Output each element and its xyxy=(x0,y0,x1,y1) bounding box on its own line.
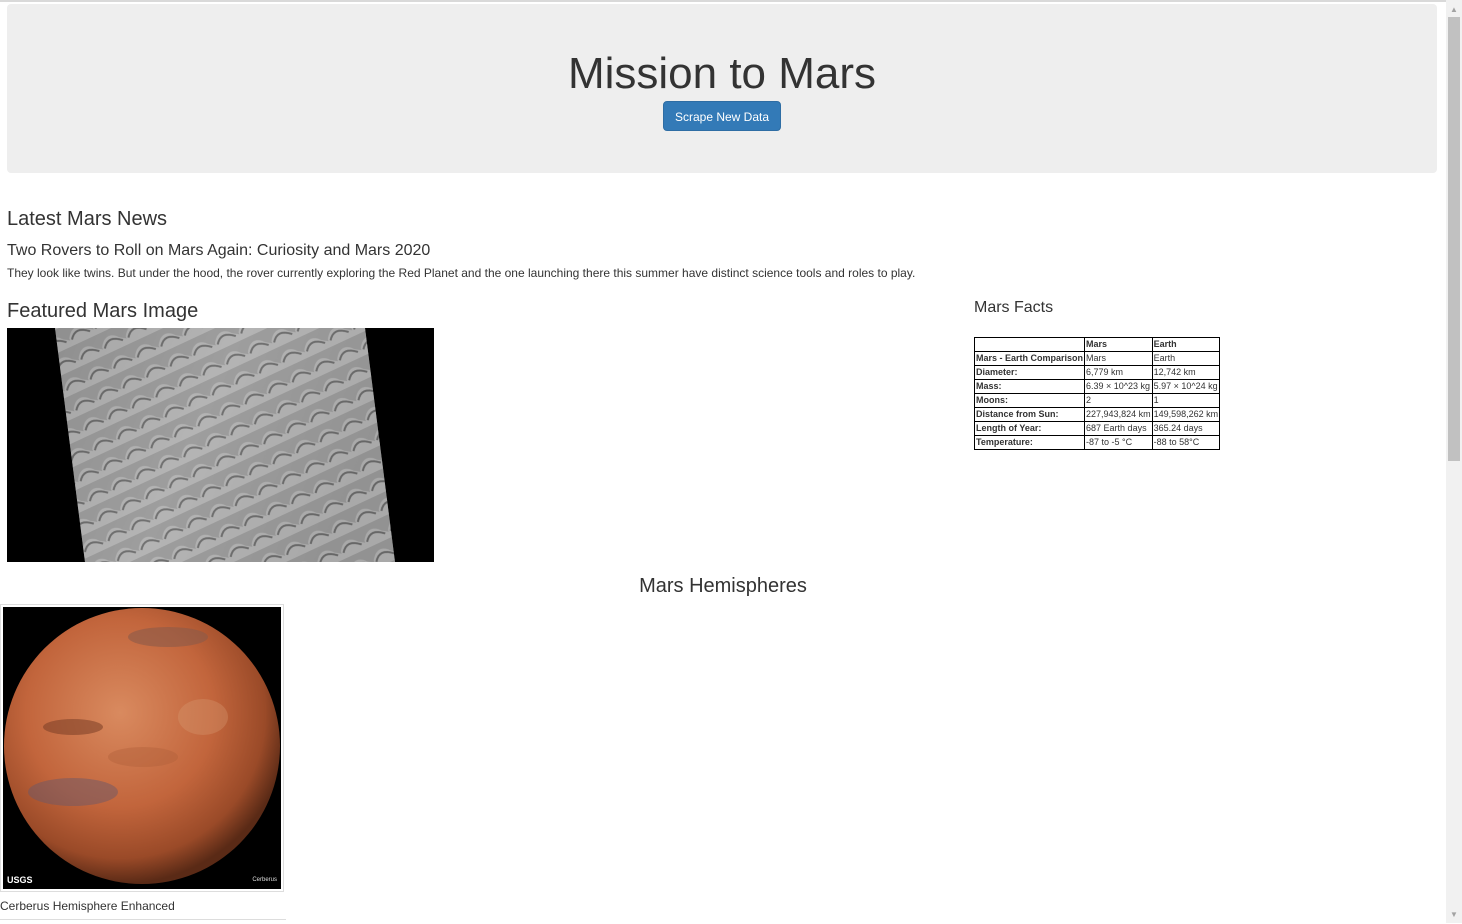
row-label: Diameter: xyxy=(973,365,1086,380)
hemisphere-thumbnail[interactable]: USGS Cerberus xyxy=(0,604,284,892)
table-row: Distance from Sun: 227,943,824 km 149,59… xyxy=(973,407,1221,422)
scroll-up-arrow-icon[interactable]: ▲ xyxy=(1446,2,1462,18)
table-row: Mass: 6.39 × 10^23 kg 5.97 × 10^24 kg xyxy=(973,379,1221,394)
table-row: Length of Year: 687 Earth days 365.24 da… xyxy=(973,421,1221,436)
mars-value: -87 to -5 °C xyxy=(1084,435,1153,450)
scrollbar-thumb[interactable] xyxy=(1448,17,1460,461)
table-row: Mars - Earth Comparison Mars Earth xyxy=(973,351,1221,366)
earth-value: 149,598,262 km xyxy=(1151,407,1221,422)
next-hemisphere-thumbnail[interactable] xyxy=(0,919,286,924)
earth-value: 365.24 days xyxy=(1151,421,1221,436)
mars-globe-graphic xyxy=(3,607,281,889)
facts-header-cell: Mars xyxy=(1084,337,1153,352)
browser-top-border xyxy=(0,0,1446,2)
hemisphere-caption[interactable]: Cerberus Hemisphere Enhanced xyxy=(0,898,175,914)
table-row: Diameter: 6,779 km 12,742 km xyxy=(973,365,1221,380)
usgs-logo: USGS xyxy=(7,875,33,885)
row-label: Length of Year: xyxy=(973,421,1086,436)
mars-facts-heading: Mars Facts xyxy=(974,299,1054,316)
jumbotron-header: Mission to Mars Scrape New Data xyxy=(7,4,1437,173)
hemisphere-image: USGS Cerberus xyxy=(3,607,281,889)
featured-mars-image xyxy=(7,328,434,562)
news-paragraph: They look like twins. But under the hood… xyxy=(7,266,916,280)
row-label: Temperature: xyxy=(973,435,1086,450)
mars-value: Mars xyxy=(1084,351,1153,366)
featured-image-heading: Featured Mars Image xyxy=(7,300,199,322)
row-label: Distance from Sun: xyxy=(973,407,1086,422)
latest-news-heading: Latest Mars News xyxy=(7,208,168,230)
earth-value: Earth xyxy=(1151,351,1221,366)
row-label: Mars - Earth Comparison xyxy=(973,351,1086,366)
row-label: Mass: xyxy=(973,379,1086,394)
mars-value: 6,779 km xyxy=(1084,365,1153,380)
scrape-new-data-button[interactable]: Scrape New Data xyxy=(663,101,781,131)
mars-value: 6.39 × 10^23 kg xyxy=(1084,379,1153,394)
table-row: Moons: 2 1 xyxy=(973,393,1221,408)
facts-header-cell: Earth xyxy=(1151,337,1221,352)
mars-value: 227,943,824 km xyxy=(1084,407,1153,422)
table-row: Temperature: -87 to -5 °C -88 to 58°C xyxy=(973,435,1221,450)
featured-image-graphic xyxy=(7,328,434,562)
earth-value: 1 xyxy=(1151,393,1221,408)
mars-value: 687 Earth days xyxy=(1084,421,1153,436)
mars-facts-table: Mars Earth Mars - Earth Comparison Mars … xyxy=(973,337,1221,450)
facts-header-cell xyxy=(973,337,1086,352)
scroll-down-arrow-icon[interactable]: ▼ xyxy=(1446,907,1462,923)
earth-value: 5.97 × 10^24 kg xyxy=(1151,379,1221,394)
page-title: Mission to Mars xyxy=(567,49,877,98)
earth-value: 12,742 km xyxy=(1151,365,1221,380)
mars-value: 2 xyxy=(1084,393,1153,408)
row-label: Moons: xyxy=(973,393,1086,408)
hemisphere-image-label: Cerberus xyxy=(252,877,277,883)
earth-value: -88 to 58°C xyxy=(1151,435,1221,450)
vertical-scrollbar[interactable]: ▲ ▼ xyxy=(1446,0,1462,923)
facts-header-row: Mars Earth xyxy=(973,337,1221,352)
news-title: Two Rovers to Roll on Mars Again: Curios… xyxy=(7,242,431,259)
mars-hemispheres-heading: Mars Hemispheres xyxy=(639,575,807,597)
